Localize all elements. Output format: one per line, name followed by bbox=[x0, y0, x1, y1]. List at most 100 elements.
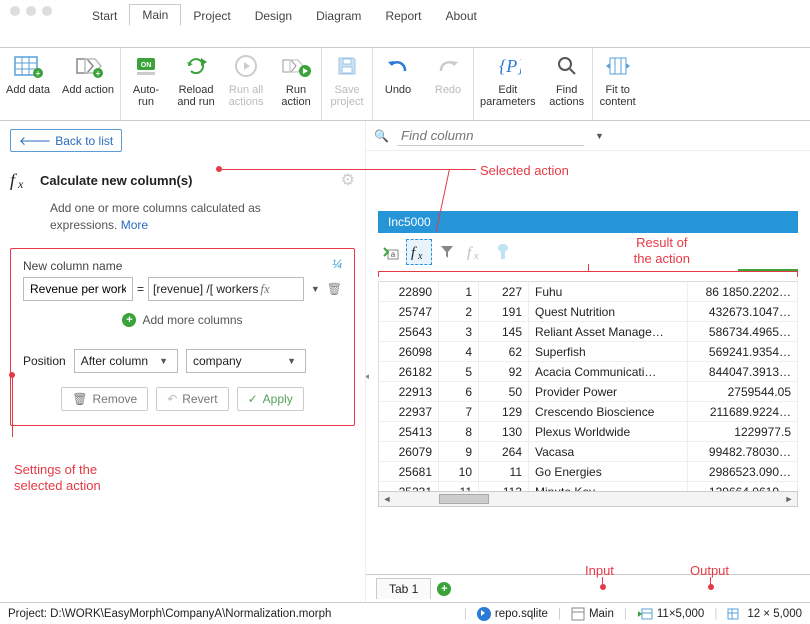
find-column-input[interactable] bbox=[397, 126, 584, 146]
cell: 10 bbox=[439, 462, 479, 481]
apply-button[interactable]: ✓Apply bbox=[237, 387, 304, 411]
status-input[interactable]: 11×5,000 bbox=[637, 607, 704, 621]
params-icon: {P} bbox=[495, 54, 521, 78]
position-column-select[interactable]: company ▼ bbox=[186, 349, 306, 373]
sheet-tab-1[interactable]: Tab 1 bbox=[376, 578, 431, 599]
save-project-button[interactable]: Save project bbox=[322, 48, 372, 120]
gear-icon[interactable]: ⚙ bbox=[341, 170, 355, 190]
cell: 4 bbox=[439, 342, 479, 361]
reload-run-button[interactable]: Reload and run bbox=[171, 48, 221, 120]
action-description: Add one or more columns calculated as ex… bbox=[50, 200, 330, 234]
tab-start[interactable]: Start bbox=[80, 6, 129, 26]
cell: 11 bbox=[479, 462, 529, 481]
table-row[interactable]: 228901227Fuhu86 1850.2202… bbox=[379, 282, 798, 302]
chevron-down-icon[interactable]: ▼ bbox=[308, 284, 323, 294]
fit-icon bbox=[604, 54, 632, 78]
tab-about[interactable]: About bbox=[433, 6, 488, 26]
position-mode-select[interactable]: After column ▼ bbox=[74, 349, 178, 373]
table-row[interactable]: 22913650Provider Power2759544.05 bbox=[379, 382, 798, 402]
table-row[interactable]: 2523111113Minute Key139664.0619… bbox=[379, 482, 798, 491]
fit-content-button[interactable]: Fit to content bbox=[593, 48, 643, 120]
tab-diagram[interactable]: Diagram bbox=[304, 6, 373, 26]
svg-text:f: f bbox=[10, 170, 18, 190]
action-settings-panel: 🡐 Back to list fx Calculate new column(s… bbox=[0, 121, 365, 602]
chevron-down-icon[interactable]: ▼ bbox=[592, 131, 607, 141]
cell: Vacasa bbox=[529, 442, 688, 461]
remove-button[interactable]: 🗑Remove bbox=[61, 387, 148, 411]
chevron-down-icon: ▼ bbox=[284, 356, 299, 366]
table-row[interactable]: 229377129Crescendo Bioscience211689.9224… bbox=[379, 402, 798, 422]
dataset-header[interactable]: Inc5000 bbox=[378, 211, 798, 233]
add-data-button[interactable]: + Add data bbox=[0, 48, 56, 120]
cell: 113 bbox=[479, 482, 529, 491]
auto-run-button[interactable]: ON Auto- run bbox=[121, 48, 171, 120]
cell: 3 bbox=[439, 322, 479, 341]
settings-box: ¼ New column name = [revenue] /[ workers… bbox=[10, 248, 355, 426]
horizontal-scrollbar[interactable]: ◄ ► bbox=[378, 491, 798, 507]
cell: 62 bbox=[479, 342, 529, 361]
svg-text:f: f bbox=[411, 245, 417, 261]
tab-design[interactable]: Design bbox=[243, 6, 304, 26]
edit-params-button[interactable]: {P} Edit parameters bbox=[474, 48, 542, 120]
table-row[interactable]: 254138130Plexus Worldwide1229977.5 bbox=[379, 422, 798, 442]
more-link[interactable]: More bbox=[121, 218, 148, 232]
table-row[interactable]: 260799264Vacasa99482.78030… bbox=[379, 442, 798, 462]
filter-action-icon[interactable] bbox=[434, 239, 460, 265]
cell: Reliant Asset Manage… bbox=[529, 322, 688, 341]
cell: 22890 bbox=[379, 282, 439, 301]
marker-action-icon[interactable] bbox=[490, 239, 516, 265]
cell: 7 bbox=[439, 402, 479, 421]
cell: 25681 bbox=[379, 462, 439, 481]
fraction-badge-icon[interactable]: ¼ bbox=[332, 257, 342, 271]
cell: 5 bbox=[439, 362, 479, 381]
new-column-label: New column name bbox=[23, 259, 342, 273]
cell: 25231 bbox=[379, 482, 439, 491]
fx-gray-action-icon[interactable]: fx bbox=[462, 239, 488, 265]
status-module[interactable]: Main bbox=[571, 607, 614, 621]
sheet-tabs: Tab 1 + bbox=[366, 574, 810, 602]
table-row[interactable]: 257472191Quest Nutrition432673.1047… bbox=[379, 302, 798, 322]
search-icon[interactable]: 🔍 bbox=[374, 129, 389, 143]
import-action-icon[interactable]: a bbox=[378, 239, 404, 265]
fx-action-icon[interactable]: fx bbox=[406, 239, 432, 265]
search-icon bbox=[555, 54, 579, 78]
table-row[interactable]: 256433145Reliant Asset Manage…586734.496… bbox=[379, 322, 798, 342]
new-column-name-input[interactable] bbox=[23, 277, 133, 301]
tab-main[interactable]: Main bbox=[129, 4, 181, 26]
scroll-left-icon[interactable]: ◄ bbox=[379, 494, 395, 504]
tab-report[interactable]: Report bbox=[373, 6, 433, 26]
tab-project[interactable]: Project bbox=[181, 6, 242, 26]
svg-text:x: x bbox=[17, 177, 24, 190]
table-row[interactable]: 256811011Go Energies2986523.090… bbox=[379, 462, 798, 482]
cell: 586734.4965… bbox=[688, 322, 798, 341]
back-to-list-button[interactable]: 🡐 Back to list bbox=[10, 129, 122, 152]
cell: 6 bbox=[439, 382, 479, 401]
run-action-button[interactable]: Run action bbox=[271, 48, 321, 120]
revert-button[interactable]: ↶Revert bbox=[156, 387, 228, 411]
trash-icon[interactable]: 🗑 bbox=[327, 282, 342, 296]
data-grid[interactable]: 228901227Fuhu86 1850.2202…257472191Quest… bbox=[378, 281, 798, 491]
run-all-button[interactable]: Run all actions bbox=[221, 48, 271, 120]
add-action-button[interactable]: + Add action bbox=[56, 48, 120, 120]
cell: 99482.78030… bbox=[688, 442, 798, 461]
table-row[interactable]: 26098462Superfish569241.9354… bbox=[379, 342, 798, 362]
redo-button[interactable]: Redo bbox=[423, 48, 473, 120]
undo-icon bbox=[385, 55, 411, 77]
find-actions-button[interactable]: Find actions bbox=[542, 48, 592, 120]
cell: 130 bbox=[479, 422, 529, 441]
status-repo[interactable]: repo.sqlite bbox=[477, 607, 548, 621]
scroll-thumb[interactable] bbox=[439, 494, 489, 504]
cell: Acacia Communicati… bbox=[529, 362, 688, 381]
undo-button[interactable]: Undo bbox=[373, 48, 423, 120]
cell: Crescendo Bioscience bbox=[529, 402, 688, 421]
table-row[interactable]: 26182592Acacia Communicati…844047.3913… bbox=[379, 362, 798, 382]
cell: 9 bbox=[439, 442, 479, 461]
add-tab-button[interactable]: + bbox=[437, 582, 451, 596]
table-add-icon: + bbox=[13, 53, 43, 79]
add-more-columns-button[interactable]: + Add more columns bbox=[23, 313, 342, 327]
expression-input[interactable]: [revenue] /[ workers fx bbox=[148, 277, 304, 301]
scroll-right-icon[interactable]: ► bbox=[781, 494, 797, 504]
input-icon bbox=[637, 607, 653, 621]
status-output[interactable]: 12 × 5,000 bbox=[727, 607, 802, 621]
cell: 25643 bbox=[379, 322, 439, 341]
